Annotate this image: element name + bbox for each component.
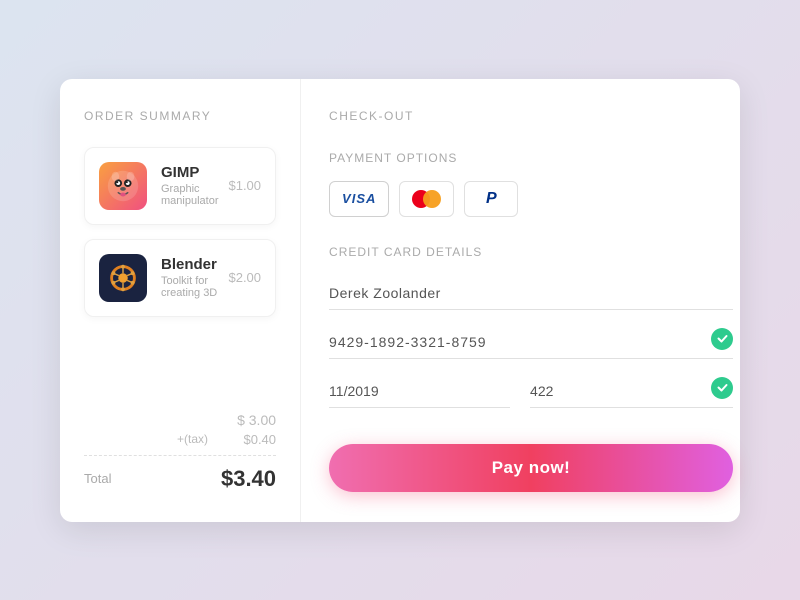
gimp-icon [99, 162, 147, 210]
card-number-input[interactable] [329, 334, 711, 350]
payment-options-group: VISA P [329, 181, 733, 217]
expiry-cvv-row [329, 377, 733, 408]
blender-price: $2.00 [228, 270, 261, 285]
mc-circle-right [423, 190, 441, 208]
paypal-button[interactable]: P [464, 181, 518, 217]
product-item-blender: Blender Toolkit for creating 3D $2.00 [84, 239, 276, 317]
visa-button[interactable]: VISA [329, 181, 389, 217]
total-divider [84, 455, 276, 456]
tax-value: $0.40 [216, 432, 276, 447]
product-item-gimp: GIMP Graphic manipulator $1.00 [84, 147, 276, 225]
cc-form [329, 275, 733, 426]
paypal-icon: P [486, 190, 497, 208]
mastercard-icon [412, 190, 441, 208]
subtotal-row: $ 3.00 [84, 412, 276, 428]
order-summary-panel: Order Summary [60, 79, 301, 522]
total-label: Total [84, 471, 111, 486]
gimp-info: GIMP Graphic manipulator [161, 164, 218, 207]
card-number-valid-icon [711, 328, 733, 350]
gimp-desc: Graphic manipulator [161, 183, 218, 207]
checkout-panel: Check-out Payment Options VISA P Credit … [301, 79, 761, 522]
cvv-field-wrap [530, 377, 733, 408]
gimp-price: $1.00 [228, 178, 261, 193]
subtotal-value: $ 3.00 [216, 412, 276, 428]
tax-label: +(tax) [177, 432, 208, 446]
blender-icon [99, 254, 147, 302]
cvv-input[interactable] [530, 383, 711, 399]
pay-now-button[interactable]: Pay now! [329, 444, 733, 492]
expiry-field-wrap [329, 383, 510, 408]
mastercard-button[interactable] [399, 181, 454, 217]
cvv-valid-icon [711, 377, 733, 399]
order-totals: $ 3.00 +(tax) $0.40 Total $3.40 [84, 398, 276, 492]
total-row: Total $3.40 [84, 466, 276, 492]
product-list: GIMP Graphic manipulator $1.00 [84, 147, 276, 380]
checkout-title: Check-out [329, 109, 733, 123]
visa-icon: VISA [342, 191, 376, 206]
cardholder-name-input[interactable] [329, 275, 733, 310]
gimp-name: GIMP [161, 164, 218, 181]
blender-info: Blender Toolkit for creating 3D [161, 256, 218, 299]
checkout-card: Order Summary [60, 79, 740, 522]
card-number-field-wrap [329, 328, 733, 359]
tax-row: +(tax) $0.40 [84, 432, 276, 447]
total-value: $3.40 [221, 466, 276, 492]
blender-desc: Toolkit for creating 3D [161, 275, 218, 299]
expiry-input[interactable] [329, 383, 510, 399]
blender-name: Blender [161, 256, 218, 273]
payment-options-label: Payment Options [329, 151, 733, 165]
cc-details-label: Credit Card Details [329, 245, 733, 259]
order-summary-title: Order Summary [84, 109, 276, 123]
